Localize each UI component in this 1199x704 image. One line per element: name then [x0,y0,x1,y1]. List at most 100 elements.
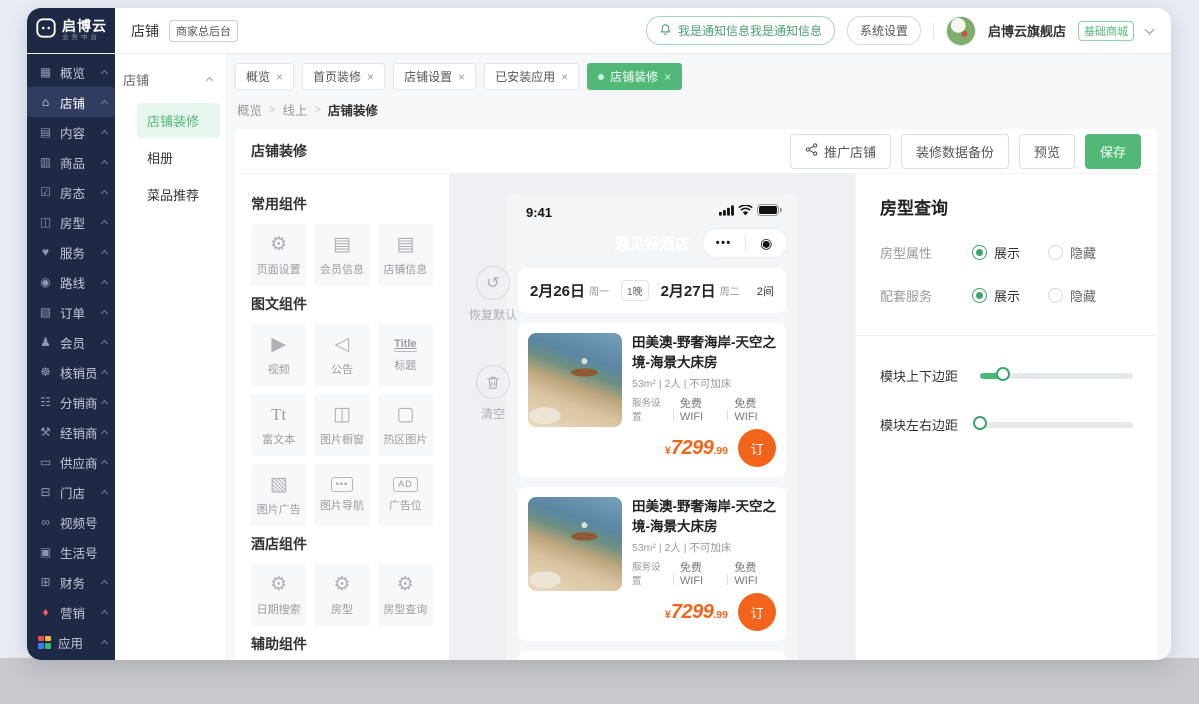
submenu-item-album[interactable]: 相册 [137,140,220,175]
sidebar-item-goods[interactable]: ▥商品 [27,147,115,177]
tab-shop-settings[interactable]: 店铺设置× [393,63,476,90]
restore-default-button[interactable]: ↺ 恢复默认 [469,266,517,323]
radio-icon [972,245,987,260]
primary-sidebar: ▦概览 ⌂店铺 ▤内容 ▥商品 ☑房态 ◫房型 ♥服务 ◉路线 ▧订单 ♟会员 … [27,54,115,660]
chevron-up-icon [101,369,108,376]
picture-icon: ▧ [270,474,288,496]
notification-button[interactable]: 我是通知信息我是通知信息 [646,16,835,45]
chevron-up-icon [101,219,108,226]
component-tile-rich-text[interactable]: Tt富文本 [251,394,306,456]
chevron-up-icon [101,459,108,466]
component-tile-date-search[interactable]: ⚙日期搜索 [251,564,306,626]
logo-title: 启博云 [62,19,107,34]
tab-overview[interactable]: 概览× [235,63,294,90]
close-icon[interactable]: × [664,70,671,84]
book-button[interactable]: 订 [738,593,776,631]
sidebar-item-life-account[interactable]: ▣生活号 [27,537,115,567]
decoration-backup-button[interactable]: 装修数据备份 [901,134,1009,169]
component-tile-room-query[interactable]: ⚙房型查询 [378,564,433,626]
radio-hide[interactable]: 隐藏 [1048,286,1096,305]
sidebar-item-routes[interactable]: ◉路线 [27,267,115,297]
sidebar-item-stores[interactable]: ⊟门店 [27,477,115,507]
chevron-up-icon [101,399,108,406]
chevron-up-icon [101,339,108,346]
avatar[interactable] [946,16,976,46]
preview-button[interactable]: 预览 [1019,134,1075,169]
overview-icon: ▦ [38,65,53,79]
tab-shop-decoration[interactable]: 店铺装修× [587,63,682,90]
date-search-module[interactable]: 2月26日 周一 1晚 2月27日 周二 2间 [518,268,786,313]
bookmark-icon: ▣ [38,545,53,559]
component-tile-ad-slot[interactable]: AD广告位 [378,464,433,526]
sidebar-item-orders[interactable]: ▧订单 [27,297,115,327]
sidebar-item-distributors[interactable]: ☷分销商 [27,387,115,417]
component-tile-image-nav[interactable]: •••图片导航 [314,464,369,526]
room-card[interactable]: 田美澳-野奢海岸-天空之境-海景大床房 53m² | 2人 | 不可加床 服务设… [518,323,786,477]
slider-handle[interactable] [996,367,1010,381]
component-tile-title[interactable]: Title标题 [378,324,433,386]
rooms-count: 2间 [757,283,774,299]
sidebar-item-members[interactable]: ♟会员 [27,327,115,357]
breadcrumb-overview[interactable]: 概览 [237,100,262,119]
horizontal-margin-setting: 模块左右边距 [880,415,1133,434]
sidebar-item-dealers[interactable]: ⚒经销商 [27,417,115,447]
briefcase-icon: ⚒ [38,425,53,439]
logo[interactable]: 启博云 业务中台 [27,8,115,53]
sidebar-item-video-account[interactable]: ∞视频号 [27,507,115,537]
room-services: 服务设置免费WIFI免费WIFI [632,395,776,423]
room-card[interactable]: 田美澳-野奢海岸-天空之境-海景大床房 53m² | 2人 | 不可加床 服务设… [518,651,786,660]
save-button[interactable]: 保存 [1085,134,1141,169]
component-tile-member-info[interactable]: ▤会员信息 [314,224,369,286]
tab-installed-apps[interactable]: 已安装应用× [484,63,579,90]
room-card[interactable]: 田美澳-野奢海岸-天空之境-海景大床房 53m² | 2人 | 不可加床 服务设… [518,487,786,641]
sidebar-item-suppliers[interactable]: ▭供应商 [27,447,115,477]
sidebar-item-shop[interactable]: ⌂店铺 [27,87,115,117]
phone-statusbar: 9:41 [506,194,798,224]
sidebar-item-marketing[interactable]: ♦营销 [27,597,115,627]
chevron-up-icon [101,249,108,256]
slider-handle[interactable] [973,416,987,430]
clear-button[interactable]: 清空 [476,365,510,422]
sidebar-item-room-type[interactable]: ◫房型 [27,207,115,237]
sidebar-item-apps[interactable]: 应用 [27,627,115,657]
radio-show[interactable]: 展示 [972,243,1020,262]
sidebar-item-finance[interactable]: ⊞财务 [27,567,115,597]
room-services: 服务设置免费WIFI免费WIFI [632,559,776,587]
component-tile-video[interactable]: ▶视频 [251,324,306,386]
submenu-item-dish-recommend[interactable]: 菜品推荐 [137,177,220,212]
chevron-down-icon[interactable] [1145,24,1155,34]
chevron-up-icon [101,69,108,76]
component-tile-announcement[interactable]: ◁公告 [314,324,369,386]
battery-icon [757,203,782,221]
tab-bar: 概览× 首页装修× 店铺设置× 已安装应用× 店铺装修× [227,54,1171,98]
component-tile-image-ad[interactable]: ▧图片广告 [251,464,306,526]
home-icon: ⌂ [38,95,53,109]
submenu-header[interactable]: 店铺 [115,54,226,101]
vertical-margin-slider[interactable] [980,373,1133,379]
close-icon[interactable]: × [276,70,283,84]
sidebar-item-services[interactable]: ♥服务 [27,237,115,267]
close-icon[interactable]: × [367,70,374,84]
system-settings-button[interactable]: 系统设置 [847,16,921,45]
horizontal-margin-slider[interactable] [980,422,1133,428]
component-tile-image-window[interactable]: ◫图片橱窗 [314,394,369,456]
tab-home-decoration[interactable]: 首页装修× [302,63,385,90]
close-icon[interactable]: × [458,70,465,84]
phone-preview: 9:41 遇见好酒店 ••• [506,194,798,660]
breadcrumb-online[interactable]: 线上 [282,100,307,119]
promote-shop-button[interactable]: 推广店铺 [790,134,891,169]
close-icon[interactable]: × [561,70,568,84]
component-tile-hotspot-image[interactable]: ▢热区图片 [378,394,433,456]
submenu-item-shop-decoration[interactable]: 店铺装修 [137,103,220,138]
radio-show[interactable]: 展示 [972,286,1020,305]
book-button[interactable]: 订 [738,429,776,467]
radio-hide[interactable]: 隐藏 [1048,243,1096,262]
sidebar-item-overview[interactable]: ▦概览 [27,57,115,87]
component-tile-page-settings[interactable]: ⚙页面设置 [251,224,306,286]
sidebar-item-room-status[interactable]: ☑房态 [27,177,115,207]
sidebar-item-content[interactable]: ▤内容 [27,117,115,147]
component-tile-room-type[interactable]: ⚙房型 [314,564,369,626]
component-tile-shop-info[interactable]: ▤店铺信息 [378,224,433,286]
sidebar-item-verifiers[interactable]: ☸核销员 [27,357,115,387]
video-icon: ▶ [271,334,286,356]
